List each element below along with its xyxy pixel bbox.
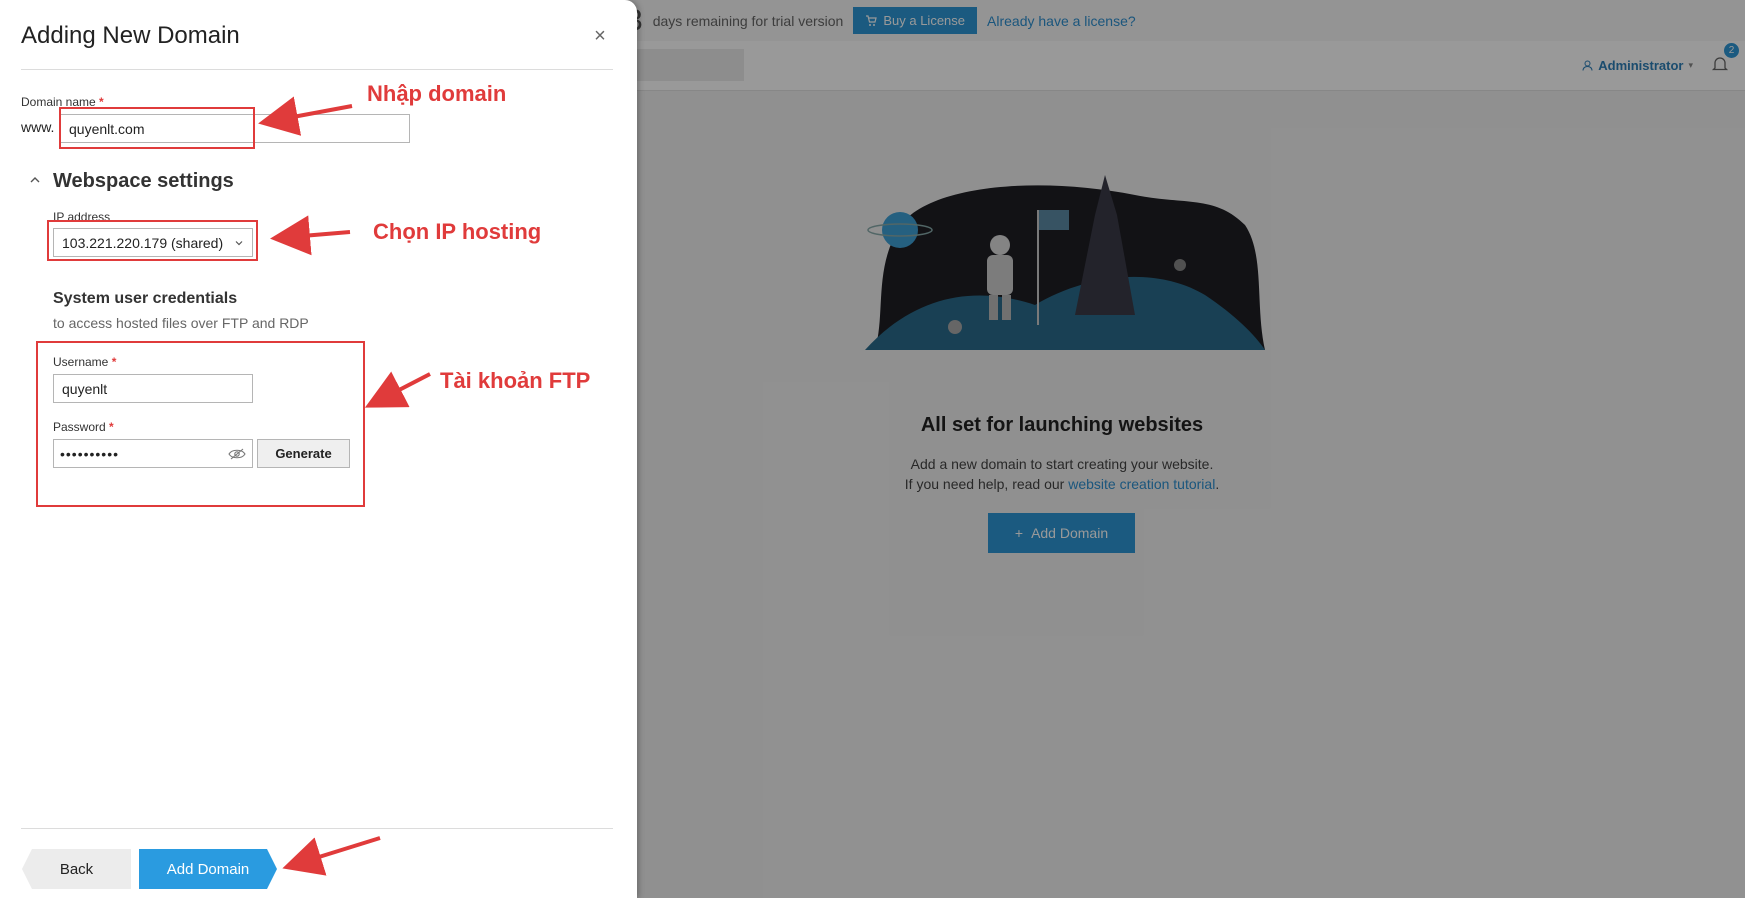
add-domain-button[interactable]: Add Domain <box>139 849 277 889</box>
header-divider <box>21 69 613 70</box>
www-prefix: www. <box>21 119 55 135</box>
close-icon[interactable]: × <box>592 26 608 46</box>
back-button[interactable]: Back <box>22 849 131 889</box>
webspace-settings-title[interactable]: Webspace settings <box>53 170 234 193</box>
ftp-highlight-box <box>36 341 365 507</box>
ip-annotation: Chọn IP hosting <box>373 219 542 244</box>
ip-highlight-box <box>47 220 258 261</box>
dialog-title: Adding New Domain <box>21 22 240 49</box>
domain-annotation: Nhập domain <box>367 81 507 106</box>
domain-highlight-box <box>59 107 255 149</box>
chevron-up-icon[interactable] <box>28 173 42 187</box>
footer-divider <box>21 828 613 829</box>
credentials-description: to access hosted files over FTP and RDP <box>53 315 309 331</box>
credentials-title: System user credentials <box>53 290 238 307</box>
ftp-annotation: Tài khoản FTP <box>440 368 591 393</box>
